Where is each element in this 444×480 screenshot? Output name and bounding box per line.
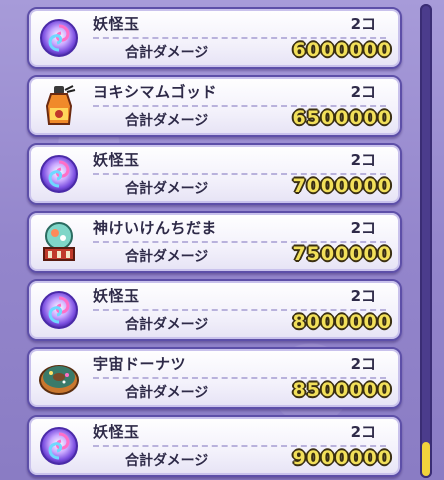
scrollbar-thumb[interactable] — [422, 442, 430, 476]
damage-value: 7000000 — [292, 175, 392, 197]
damage-label: 合計ダメージ — [125, 385, 209, 401]
item-count: 2コ — [350, 219, 376, 237]
yokai-orb-icon — [37, 16, 81, 60]
reward-row[interactable]: 神けいけんちだま 2コ 合計ダメージ 7500000 — [27, 211, 402, 273]
damage-label: 合計ダメージ — [125, 181, 209, 197]
yokai-orb-icon — [37, 288, 81, 332]
item-count: 2コ — [350, 15, 376, 33]
item-count: 2コ — [350, 287, 376, 305]
item-count: 2コ — [350, 83, 376, 101]
scrollbar-track[interactable] — [420, 4, 432, 478]
reward-row[interactable]: 妖怪玉 2コ 合計ダメージ 8000000 — [27, 279, 402, 341]
damage-value: 6000000 — [292, 39, 392, 61]
item-count: 2コ — [350, 423, 376, 441]
yokai-orb-icon — [37, 152, 81, 196]
item-name: 妖怪玉 — [93, 423, 140, 441]
damage-label: 合計ダメージ — [125, 249, 209, 265]
damage-value: 7500000 — [292, 243, 392, 265]
damage-label: 合計ダメージ — [125, 113, 209, 129]
space-donut-icon — [37, 356, 81, 400]
reward-row[interactable]: 宇宙ドーナツ 2コ 合計ダメージ 8500000 — [27, 347, 402, 409]
item-name: 神けいけんちだま — [93, 219, 217, 237]
reward-row[interactable]: 妖怪玉 2コ 合計ダメージ 9000000 — [27, 415, 402, 477]
reward-row[interactable]: 妖怪玉 2コ 合計ダメージ 6000000 — [27, 7, 402, 69]
yokishimamu-god-bottle-icon — [37, 84, 81, 128]
item-count: 2コ — [350, 151, 376, 169]
damage-label: 合計ダメージ — [125, 45, 209, 61]
damage-value: 6500000 — [292, 107, 392, 129]
damage-label: 合計ダメージ — [125, 453, 209, 469]
item-name: 妖怪玉 — [93, 287, 140, 305]
item-count: 2コ — [350, 355, 376, 373]
reward-row[interactable]: ヨキシマムゴッド 2コ 合計ダメージ 6500000 — [27, 75, 402, 137]
item-name: 宇宙ドーナツ — [93, 355, 187, 373]
god-exp-orb-icon — [37, 220, 81, 264]
reward-row[interactable]: 妖怪玉 2コ 合計ダメージ 7000000 — [27, 143, 402, 205]
damage-label: 合計ダメージ — [125, 317, 209, 333]
damage-value: 9000000 — [292, 447, 392, 469]
item-name: 妖怪玉 — [93, 151, 140, 169]
yokai-orb-icon — [37, 424, 81, 468]
damage-value: 8500000 — [292, 379, 392, 401]
damage-value: 8000000 — [292, 311, 392, 333]
item-name: 妖怪玉 — [93, 15, 140, 33]
item-name: ヨキシマムゴッド — [93, 83, 218, 101]
